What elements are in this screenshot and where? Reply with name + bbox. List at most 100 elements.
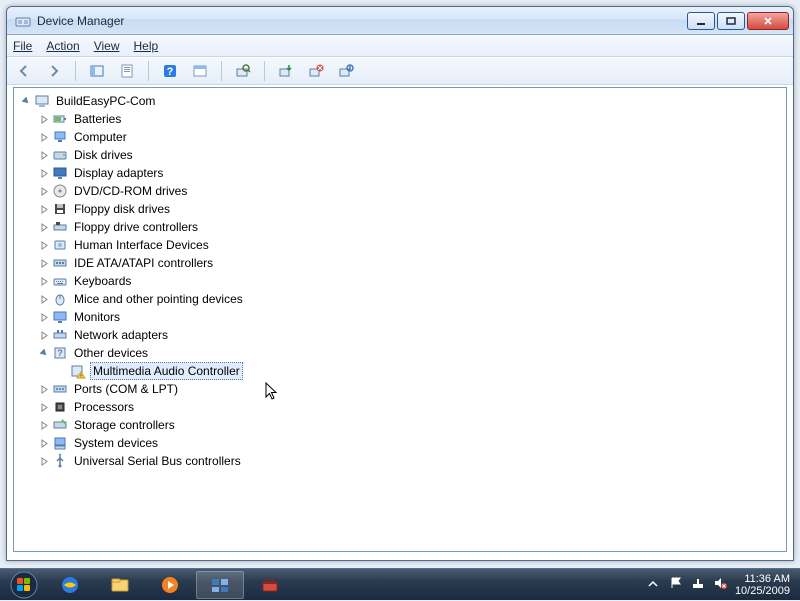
minimize-button[interactable] bbox=[687, 12, 715, 30]
tree-item-9[interactable]: Keyboards bbox=[16, 272, 784, 290]
close-button[interactable] bbox=[747, 12, 789, 30]
expander-icon[interactable] bbox=[38, 455, 50, 467]
toolbar-divider bbox=[221, 61, 222, 81]
action-button[interactable] bbox=[189, 60, 211, 82]
tree-root[interactable]: BuildEasyPC-Com bbox=[16, 92, 784, 110]
system-icon bbox=[52, 435, 68, 451]
node-label: Floppy drive controllers bbox=[72, 219, 200, 235]
expander-icon[interactable] bbox=[38, 113, 50, 125]
volume-icon[interactable] bbox=[713, 576, 727, 593]
network-icon[interactable] bbox=[691, 576, 705, 593]
taskbar-toolbox[interactable] bbox=[246, 571, 294, 599]
scan-hardware-button[interactable] bbox=[232, 60, 254, 82]
expander-icon[interactable] bbox=[38, 383, 50, 395]
expander-icon[interactable] bbox=[38, 239, 50, 251]
node-label: System devices bbox=[72, 435, 160, 451]
systray: 11:36 AM 10/25/2009 bbox=[647, 573, 796, 597]
show-hide-console-button[interactable] bbox=[86, 60, 108, 82]
tree-item-14[interactable]: Ports (COM & LPT) bbox=[16, 380, 784, 398]
toolbar: ? bbox=[7, 57, 793, 85]
toolbar-divider bbox=[264, 61, 265, 81]
app-icon bbox=[15, 13, 31, 29]
expander-icon[interactable] bbox=[38, 221, 50, 233]
menu-action[interactable]: Action bbox=[46, 39, 79, 53]
menu-help[interactable]: Help bbox=[134, 39, 159, 53]
tree-item-7[interactable]: Human Interface Devices bbox=[16, 236, 784, 254]
expander-icon[interactable] bbox=[38, 167, 50, 179]
expander-icon[interactable] bbox=[38, 329, 50, 341]
titlebar[interactable]: Device Manager bbox=[7, 7, 793, 35]
update-driver-button[interactable] bbox=[275, 60, 297, 82]
tree-item-4[interactable]: DVD/CD-ROM drives bbox=[16, 182, 784, 200]
clock[interactable]: 11:36 AM 10/25/2009 bbox=[735, 573, 790, 597]
expander-icon[interactable] bbox=[38, 401, 50, 413]
tree-item-11[interactable]: Monitors bbox=[16, 308, 784, 326]
expander-icon[interactable] bbox=[38, 185, 50, 197]
taskbar-controlpanel[interactable] bbox=[196, 571, 244, 599]
tree-item-12[interactable]: Network adapters bbox=[16, 326, 784, 344]
taskbar-explorer[interactable] bbox=[96, 571, 144, 599]
node-label: Computer bbox=[72, 129, 129, 145]
back-button[interactable] bbox=[13, 60, 35, 82]
expander-icon[interactable] bbox=[38, 275, 50, 287]
tree-item-13[interactable]: ? Other devices bbox=[16, 344, 784, 362]
expander-icon[interactable] bbox=[20, 95, 32, 107]
tree-item-3[interactable]: Display adapters bbox=[16, 164, 784, 182]
computerRoot-icon bbox=[34, 93, 50, 109]
forward-button[interactable] bbox=[43, 60, 65, 82]
expander-icon[interactable] bbox=[38, 257, 50, 269]
computer-icon bbox=[52, 129, 68, 145]
disable-button[interactable] bbox=[335, 60, 357, 82]
tree-item-17[interactable]: System devices bbox=[16, 434, 784, 452]
maximize-button[interactable] bbox=[717, 12, 745, 30]
menubar: File Action View Help bbox=[7, 35, 793, 57]
tree-item-8[interactable]: IDE ATA/ATAPI controllers bbox=[16, 254, 784, 272]
node-label: BuildEasyPC-Com bbox=[54, 93, 157, 109]
node-label: Keyboards bbox=[72, 273, 133, 289]
node-label: Processors bbox=[72, 399, 136, 415]
node-label: IDE ATA/ATAPI controllers bbox=[72, 255, 215, 271]
expander-icon[interactable] bbox=[38, 437, 50, 449]
menu-view[interactable]: View bbox=[94, 39, 120, 53]
node-label: Disk drives bbox=[72, 147, 135, 163]
taskbar-ie[interactable] bbox=[46, 571, 94, 599]
device-tree[interactable]: BuildEasyPC-Com Batteries Computer Disk dri… bbox=[13, 87, 787, 552]
expander-icon[interactable] bbox=[56, 365, 68, 377]
expander-icon[interactable] bbox=[38, 311, 50, 323]
expander-icon[interactable] bbox=[38, 149, 50, 161]
tree-item-1[interactable]: Computer bbox=[16, 128, 784, 146]
tree-item-16[interactable]: Storage controllers bbox=[16, 416, 784, 434]
tree-item-18[interactable]: Universal Serial Bus controllers bbox=[16, 452, 784, 470]
expander-icon[interactable] bbox=[38, 131, 50, 143]
menu-file[interactable]: File bbox=[13, 39, 32, 53]
node-label: Batteries bbox=[72, 111, 123, 127]
show-hidden-icons[interactable] bbox=[647, 578, 661, 592]
start-button[interactable] bbox=[4, 569, 44, 601]
tree-item-10[interactable]: Mice and other pointing devices bbox=[16, 290, 784, 308]
svg-text:?: ? bbox=[57, 348, 63, 358]
expander-icon[interactable] bbox=[38, 419, 50, 431]
tree-item-6[interactable]: Floppy drive controllers bbox=[16, 218, 784, 236]
tree-item-0[interactable]: Batteries bbox=[16, 110, 784, 128]
tree-item-5[interactable]: Floppy disk drives bbox=[16, 200, 784, 218]
flag-icon[interactable] bbox=[669, 576, 683, 593]
svg-text:?: ? bbox=[167, 66, 174, 78]
tree-item-2[interactable]: Disk drives bbox=[16, 146, 784, 164]
expander-icon[interactable] bbox=[38, 203, 50, 215]
floppy-icon bbox=[52, 201, 68, 217]
expander-icon[interactable] bbox=[38, 347, 50, 359]
node-label: Other devices bbox=[72, 345, 150, 361]
node-label: Floppy disk drives bbox=[72, 201, 172, 217]
cpu-icon bbox=[52, 399, 68, 415]
clock-time: 11:36 AM bbox=[735, 573, 790, 585]
uninstall-button[interactable] bbox=[305, 60, 327, 82]
floppy-ctrl-icon bbox=[52, 219, 68, 235]
tree-item-15[interactable]: Processors bbox=[16, 398, 784, 416]
network-icon bbox=[52, 327, 68, 343]
help-button[interactable]: ? bbox=[159, 60, 181, 82]
expander-icon[interactable] bbox=[38, 293, 50, 305]
taskbar-mediaplayer[interactable] bbox=[146, 571, 194, 599]
tree-subitem-13-0[interactable]: Multimedia Audio Controller bbox=[16, 362, 784, 380]
properties-button[interactable] bbox=[116, 60, 138, 82]
clock-date: 10/25/2009 bbox=[735, 585, 790, 597]
